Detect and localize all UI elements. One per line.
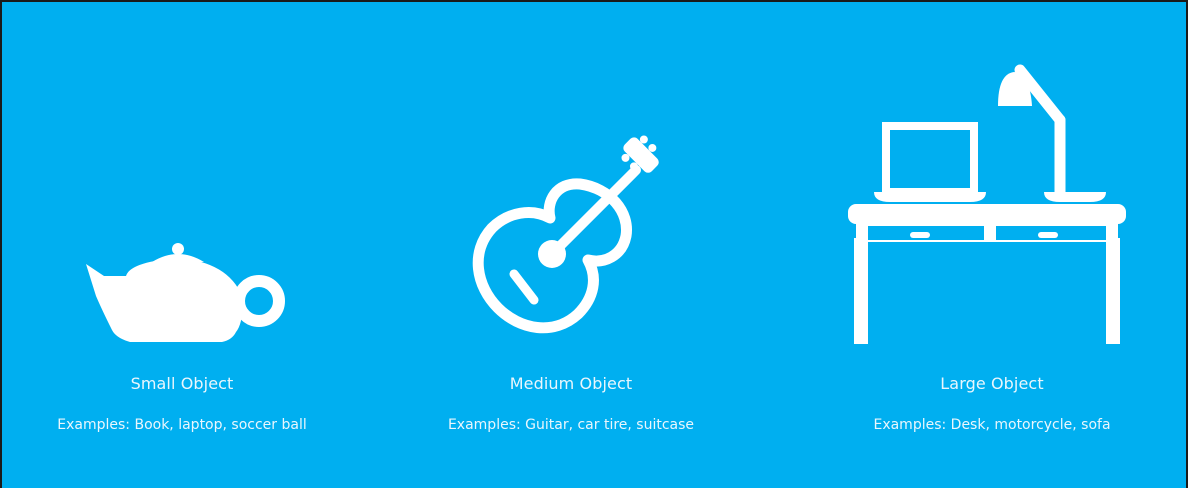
guitar-icon xyxy=(472,135,659,334)
teapot-icon xyxy=(86,243,285,342)
medium-object-examples: Examples: Guitar, car tire, suitcase xyxy=(447,417,695,433)
small-object-examples: Examples: Book, laptop, soccer ball xyxy=(57,417,307,433)
medium-object-title: Medium Object xyxy=(509,374,633,393)
object-size-picker: Small Object Examples: Book, laptop, soc… xyxy=(0,0,1188,488)
small-object-title: Small Object xyxy=(130,374,234,393)
small-object-option[interactable]: Small Object Examples: Book, laptop, soc… xyxy=(22,2,342,488)
large-object-option[interactable]: Large Object Examples: Desk, motorcycle,… xyxy=(822,2,1162,488)
desk-icon xyxy=(848,64,1126,344)
medium-object-option[interactable]: Medium Object Examples: Guitar, car tire… xyxy=(406,2,736,488)
large-object-title: Large Object xyxy=(940,374,1044,393)
large-object-examples: Examples: Desk, motorcycle, sofa xyxy=(873,417,1111,433)
